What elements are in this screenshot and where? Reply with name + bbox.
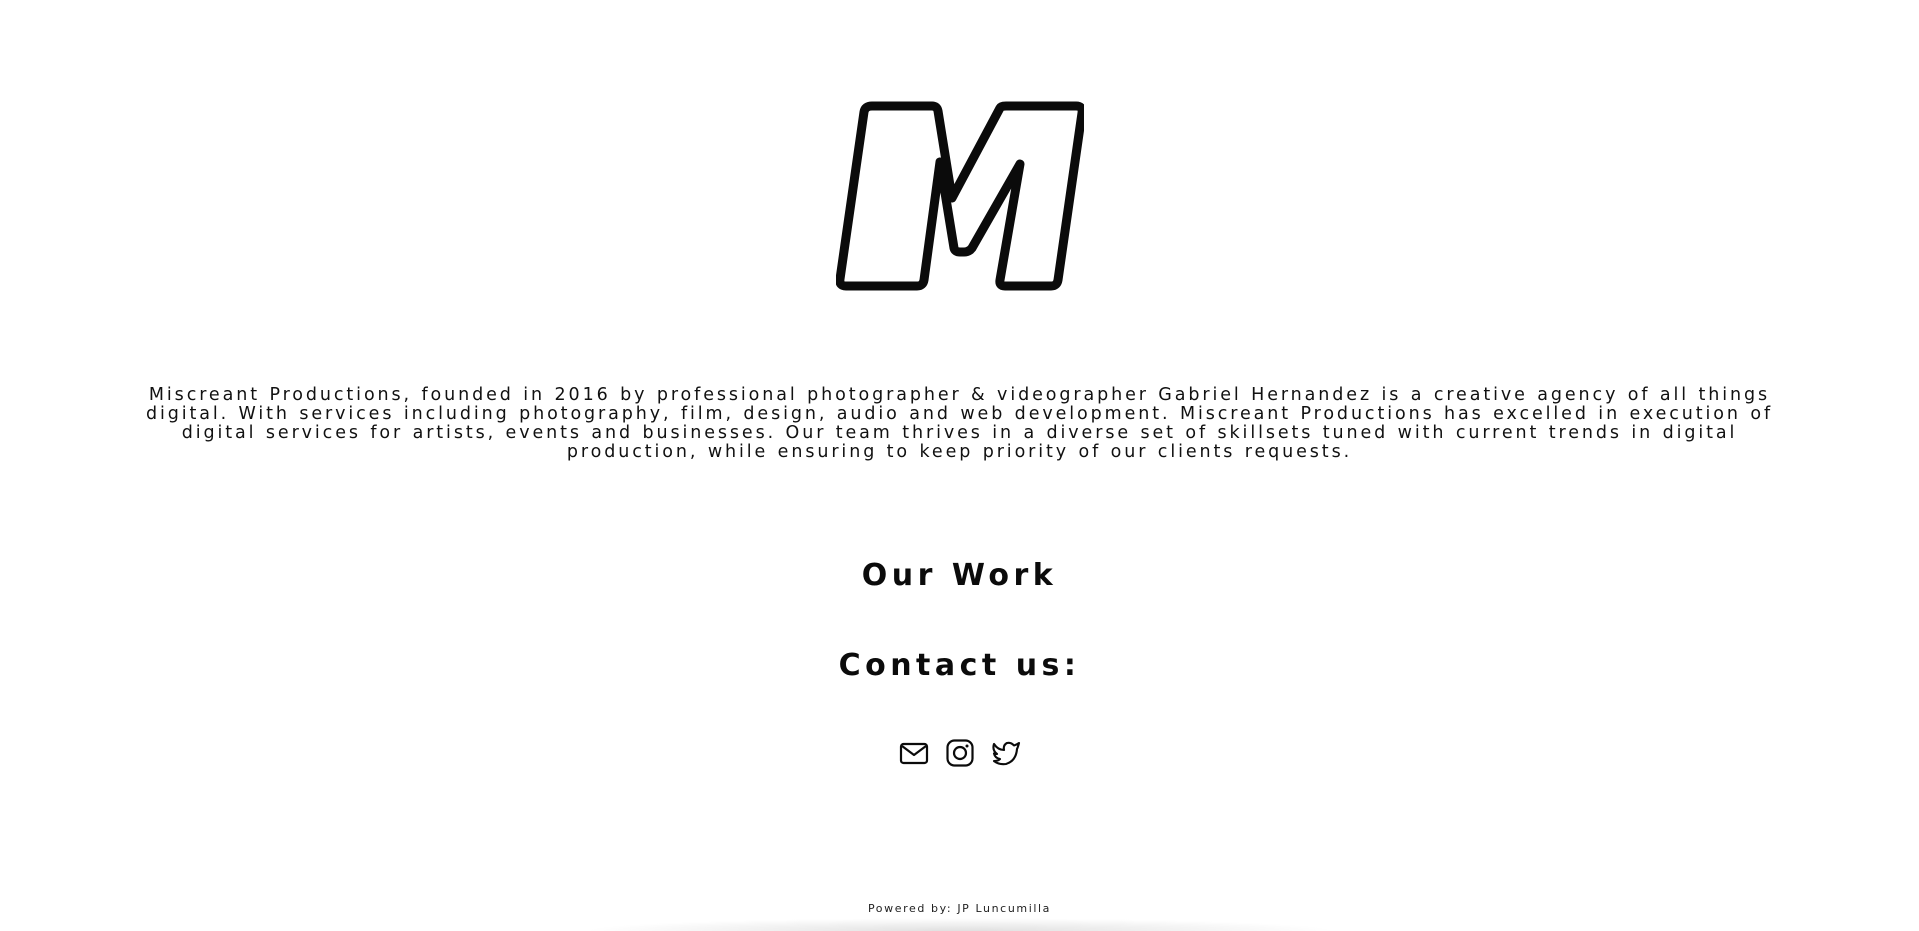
instagram-icon xyxy=(945,739,974,767)
email-icon xyxy=(899,742,928,765)
page: Miscreant Productions, founded in 2016 b… xyxy=(0,0,1919,931)
about-text: Miscreant Productions, founded in 2016 b… xyxy=(145,385,1774,462)
contact-heading: Contact us: xyxy=(838,648,1081,683)
footer-shadow xyxy=(580,918,1340,931)
powered-by-footer: Powered by: JP Luncumilla xyxy=(867,902,1052,915)
social-links xyxy=(0,738,1919,768)
our-work-link[interactable]: Our Work xyxy=(0,558,1919,593)
twitter-link[interactable] xyxy=(991,738,1021,768)
twitter-icon xyxy=(991,741,1020,766)
email-link[interactable] xyxy=(899,738,929,768)
brand-logo xyxy=(836,100,1084,292)
instagram-link[interactable] xyxy=(945,738,975,768)
m-logo-icon xyxy=(836,101,1084,291)
